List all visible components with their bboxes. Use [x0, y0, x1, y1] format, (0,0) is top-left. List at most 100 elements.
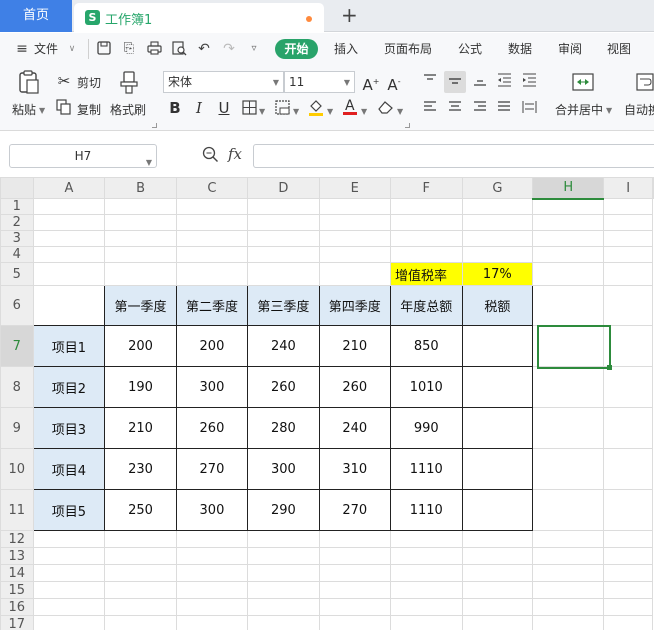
cell[interactable] — [318, 246, 391, 263]
cell[interactable] — [389, 214, 463, 231]
cell[interactable] — [32, 246, 106, 263]
table-header-cell[interactable]: 第二季度 — [175, 285, 249, 326]
cell[interactable] — [104, 615, 177, 630]
cell[interactable] — [247, 246, 320, 263]
tab-formula[interactable]: 公式 — [458, 33, 482, 65]
table-header-cell[interactable]: 年度总额 — [389, 285, 463, 326]
cell[interactable] — [32, 198, 106, 215]
cell[interactable] — [175, 530, 249, 548]
cell[interactable] — [532, 615, 605, 630]
tab-data[interactable]: 数据 — [508, 33, 532, 65]
italic-icon[interactable]: I — [190, 99, 208, 117]
paste-dropdown-icon[interactable]: ▼ — [39, 106, 45, 115]
cell[interactable] — [318, 262, 391, 286]
table-cell[interactable]: 280 — [247, 407, 320, 449]
cell[interactable] — [389, 530, 463, 548]
table-cell[interactable]: 230 — [104, 448, 177, 490]
cell[interactable] — [247, 214, 320, 231]
table-cell[interactable]: 210 — [318, 325, 391, 367]
cell[interactable] — [603, 407, 653, 449]
cell[interactable] — [175, 230, 249, 247]
cell[interactable] — [175, 214, 249, 231]
cell[interactable] — [461, 615, 534, 630]
cell[interactable] — [318, 581, 391, 599]
table-cell[interactable] — [461, 407, 534, 449]
table-cell[interactable]: 300 — [175, 489, 249, 531]
cell[interactable] — [104, 598, 177, 616]
tab-view[interactable]: 视图 — [607, 33, 631, 65]
new-tab-button[interactable]: + — [341, 5, 358, 25]
merge-center-icon[interactable] — [571, 73, 595, 93]
quick-access-dropdown-icon[interactable]: ▿ — [246, 41, 262, 57]
cell[interactable] — [389, 615, 463, 630]
align-middle-icon[interactable] — [444, 71, 466, 93]
table-cell[interactable]: 290 — [247, 489, 320, 531]
borders-icon[interactable] — [240, 100, 258, 119]
cell[interactable] — [175, 262, 249, 286]
save-icon[interactable] — [96, 41, 112, 57]
decrease-indent-icon[interactable] — [495, 73, 513, 91]
paste-icon[interactable] — [17, 70, 41, 96]
cell[interactable] — [532, 530, 605, 548]
zoom-search-icon[interactable] — [202, 146, 220, 164]
table-cell[interactable]: 990 — [389, 407, 463, 449]
cell[interactable] — [461, 581, 534, 599]
fill-color-dropdown-icon[interactable]: ▼ — [327, 107, 333, 116]
tab-page-layout[interactable]: 页面布局 — [384, 33, 432, 65]
bold-icon[interactable]: B — [166, 99, 184, 117]
font-group-launcher[interactable] — [405, 123, 410, 128]
formula-input[interactable] — [253, 144, 654, 168]
cell[interactable] — [603, 366, 653, 408]
cell[interactable] — [461, 547, 534, 565]
row-header[interactable]: 15 — [0, 581, 34, 599]
cell[interactable] — [461, 530, 534, 548]
cell[interactable] — [532, 366, 605, 408]
row-header[interactable]: 14 — [0, 564, 34, 582]
table-cell[interactable]: 200 — [175, 325, 249, 367]
column-header-b[interactable]: B — [104, 177, 177, 199]
table-cell[interactable]: 项目1 — [32, 325, 106, 367]
borders-dropdown-icon[interactable]: ▼ — [259, 107, 265, 116]
row-header[interactable]: 8 — [0, 366, 34, 408]
cell[interactable] — [104, 198, 177, 215]
cell-style-icon[interactable] — [273, 100, 291, 119]
font-name-select[interactable]: 宋体 ▼ — [163, 71, 284, 93]
font-size-select[interactable]: 11 ▼ — [284, 71, 355, 93]
cell[interactable] — [603, 530, 653, 548]
cell[interactable] — [532, 198, 605, 215]
cell[interactable] — [104, 530, 177, 548]
fill-color-icon[interactable] — [307, 99, 325, 120]
cell[interactable] — [603, 615, 653, 630]
row-header[interactable]: 6 — [0, 285, 34, 326]
row-header[interactable]: 10 — [0, 448, 34, 490]
underline-icon[interactable]: U — [215, 99, 233, 117]
cell[interactable] — [603, 198, 653, 215]
cell[interactable] — [389, 598, 463, 616]
align-bottom-icon[interactable] — [471, 73, 489, 91]
cell[interactable] — [175, 564, 249, 582]
font-color-dropdown-icon[interactable]: ▼ — [361, 107, 367, 116]
cell[interactable] — [461, 598, 534, 616]
tab-review[interactable]: 审阅 — [558, 33, 582, 65]
decrease-font-size-icon[interactable]: A- — [384, 73, 404, 94]
column-header-h[interactable]: H — [532, 177, 605, 200]
cell[interactable] — [318, 214, 391, 231]
cell[interactable] — [389, 198, 463, 215]
table-cell[interactable]: 310 — [318, 448, 391, 490]
cell[interactable] — [389, 230, 463, 247]
undo-icon[interactable]: ↶ — [196, 41, 212, 57]
cell[interactable] — [532, 564, 605, 582]
table-cell[interactable] — [461, 366, 534, 408]
table-cell[interactable]: 260 — [318, 366, 391, 408]
cell[interactable] — [32, 530, 106, 548]
cell[interactable] — [32, 615, 106, 630]
cell[interactable] — [389, 564, 463, 582]
table-cell[interactable]: 850 — [389, 325, 463, 367]
copy-icon[interactable] — [55, 99, 73, 119]
table-cell[interactable]: 200 — [104, 325, 177, 367]
cell[interactable] — [603, 325, 653, 367]
cell[interactable] — [318, 198, 391, 215]
column-header-i[interactable]: I — [603, 177, 653, 199]
cell[interactable] — [175, 581, 249, 599]
cell[interactable] — [532, 407, 605, 449]
